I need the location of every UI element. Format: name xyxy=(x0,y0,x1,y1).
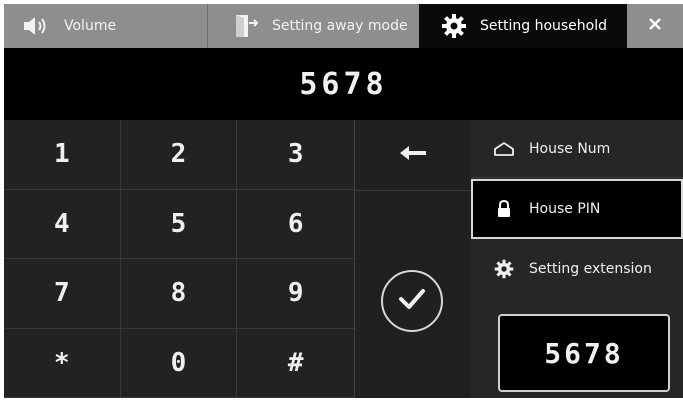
numeric-keypad: 1 2 3 4 5 6 7 8 9 * 0 # xyxy=(4,120,354,398)
key-0[interactable]: 0 xyxy=(120,328,238,398)
menu-item-setting-extension-label: Setting extension xyxy=(529,261,652,277)
backspace-button[interactable] xyxy=(355,120,471,191)
key-hash[interactable]: # xyxy=(237,328,354,398)
gear-icon xyxy=(493,259,515,279)
key-3[interactable]: 3 xyxy=(237,120,354,190)
menu-item-setting-extension[interactable]: Setting extension xyxy=(471,240,683,298)
household-settings-screen: Volume Setting away mode Setting househo… xyxy=(4,4,683,398)
house-icon xyxy=(493,141,515,157)
key-2[interactable]: 2 xyxy=(120,120,238,190)
menu-item-house-num-label: House Num xyxy=(529,140,611,157)
menu-item-house-num[interactable]: House Num xyxy=(471,120,683,178)
close-button[interactable] xyxy=(627,4,683,48)
pin-display: 5678 xyxy=(4,48,683,120)
menu-item-house-pin[interactable]: House PIN xyxy=(471,179,683,239)
tab-bar: Volume Setting away mode Setting househo… xyxy=(4,4,683,48)
key-1[interactable]: 1 xyxy=(4,120,121,190)
key-5[interactable]: 5 xyxy=(120,189,238,259)
key-star[interactable]: * xyxy=(4,328,121,398)
checkmark-icon xyxy=(397,287,427,315)
exit-door-icon xyxy=(234,14,260,38)
tab-household[interactable]: Setting household xyxy=(419,4,627,48)
tab-volume[interactable]: Volume xyxy=(4,4,208,48)
menu-item-house-pin-label: House PIN xyxy=(529,201,601,217)
confirm-button[interactable] xyxy=(381,270,443,332)
key-7[interactable]: 7 xyxy=(4,259,121,329)
tab-away-mode[interactable]: Setting away mode xyxy=(208,4,419,48)
key-9[interactable]: 9 xyxy=(237,259,354,329)
house-pin-value: 5678 xyxy=(544,336,624,370)
keypad-actions xyxy=(354,120,471,398)
tab-volume-label: Volume xyxy=(64,18,117,34)
close-icon xyxy=(648,17,662,35)
pin-display-value: 5678 xyxy=(299,66,388,102)
tab-away-mode-label: Setting away mode xyxy=(272,18,408,34)
tab-household-label: Setting household xyxy=(480,18,608,34)
lock-icon xyxy=(493,199,515,219)
house-pin-value-box: 5678 xyxy=(498,314,670,392)
key-8[interactable]: 8 xyxy=(120,259,238,329)
settings-side-menu: House Num House PIN Setting extension 56… xyxy=(471,120,683,398)
speaker-icon xyxy=(22,15,50,37)
key-6[interactable]: 6 xyxy=(237,189,354,259)
key-4[interactable]: 4 xyxy=(4,189,121,259)
gear-icon xyxy=(441,13,467,39)
back-arrow-icon xyxy=(399,144,427,166)
